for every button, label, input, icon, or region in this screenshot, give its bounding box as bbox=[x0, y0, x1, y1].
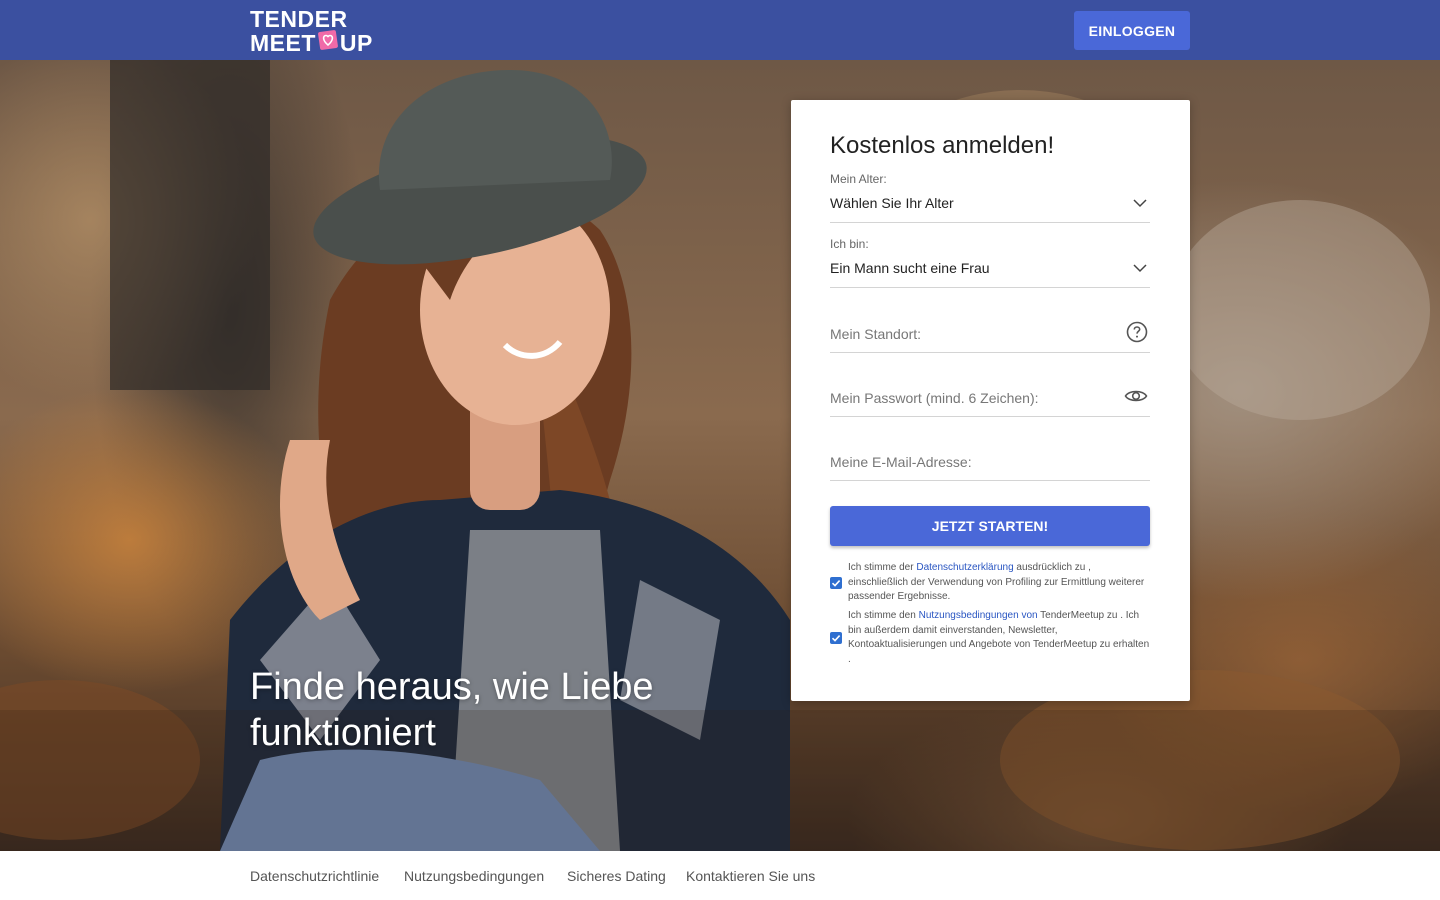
privacy-consent-checkbox[interactable] bbox=[830, 577, 842, 589]
privacy-consent-text: Ich stimme der Datenschutzerklärung ausd… bbox=[848, 561, 1152, 605]
age-select[interactable]: Mein Alter: Wählen Sie Ihr Alter bbox=[830, 172, 1150, 223]
email-input[interactable]: Meine E-Mail-Adresse: bbox=[830, 442, 1150, 481]
login-button[interactable]: EINLOGGEN bbox=[1074, 11, 1190, 50]
password-placeholder: Mein Passwort (mind. 6 Zeichen): bbox=[830, 390, 1039, 406]
logo-line-2-left: MEET bbox=[250, 30, 316, 56]
eye-icon[interactable] bbox=[1124, 385, 1148, 407]
logo-line-1: TENDER bbox=[250, 6, 348, 32]
footer-link-safe-dating[interactable]: Sicheres Dating bbox=[567, 868, 666, 884]
terms-consent-pre: Ich stimme den bbox=[848, 610, 919, 621]
signup-title: Kostenlos anmelden! bbox=[830, 132, 1055, 159]
footer-link-contact[interactable]: Kontaktieren Sie uns bbox=[686, 868, 815, 884]
heart-icon bbox=[317, 29, 339, 51]
start-button[interactable]: JETZT STARTEN! bbox=[830, 506, 1150, 546]
site-logo[interactable]: TENDER MEET UP bbox=[250, 6, 380, 56]
terms-consent-checkbox[interactable] bbox=[830, 632, 842, 644]
location-placeholder: Mein Standort: bbox=[830, 326, 922, 342]
question-circle-icon[interactable] bbox=[1126, 321, 1148, 343]
age-label: Mein Alter: bbox=[830, 172, 887, 186]
terms-consent: Ich stimme den Nutzungsbedingungen von T… bbox=[830, 609, 1152, 669]
gender-label: Ich bin: bbox=[830, 237, 869, 251]
footer-link-terms[interactable]: Nutzungsbedingungen bbox=[404, 868, 544, 884]
logo-line-2-right: UP bbox=[339, 30, 373, 56]
chevron-down-icon bbox=[1133, 199, 1147, 208]
top-header: TENDER MEET UP EINLOGGEN bbox=[0, 0, 1440, 60]
location-input[interactable]: Mein Standort: bbox=[830, 314, 1150, 353]
signup-card: Kostenlos anmelden! Mein Alter: Wählen S… bbox=[791, 100, 1190, 701]
privacy-consent: Ich stimme der Datenschutzerklärung ausd… bbox=[830, 561, 1152, 605]
hero-tagline: Finde heraus, wie Liebe funktioniert bbox=[250, 666, 654, 754]
gender-value: Ein Mann sucht eine Frau bbox=[830, 260, 990, 276]
email-placeholder: Meine E-Mail-Adresse: bbox=[830, 454, 972, 470]
age-value: Wählen Sie Ihr Alter bbox=[830, 195, 954, 211]
terms-link[interactable]: Nutzungsbedingungen von bbox=[919, 610, 1038, 621]
terms-consent-text: Ich stimme den Nutzungsbedingungen von T… bbox=[848, 609, 1152, 667]
password-input[interactable]: Mein Passwort (mind. 6 Zeichen): bbox=[830, 378, 1150, 417]
logo-line-2: MEET UP bbox=[250, 29, 380, 56]
gender-select[interactable]: Ich bin: Ein Mann sucht eine Frau bbox=[830, 237, 1150, 288]
privacy-consent-pre: Ich stimme der bbox=[848, 562, 917, 573]
privacy-policy-link[interactable]: Datenschutzerklärung bbox=[916, 562, 1013, 573]
footer-link-privacy[interactable]: Datenschutzrichtlinie bbox=[250, 868, 379, 884]
chevron-down-icon bbox=[1133, 264, 1147, 273]
footer: Datenschutzrichtlinie Nutzungsbedingunge… bbox=[0, 851, 1440, 900]
